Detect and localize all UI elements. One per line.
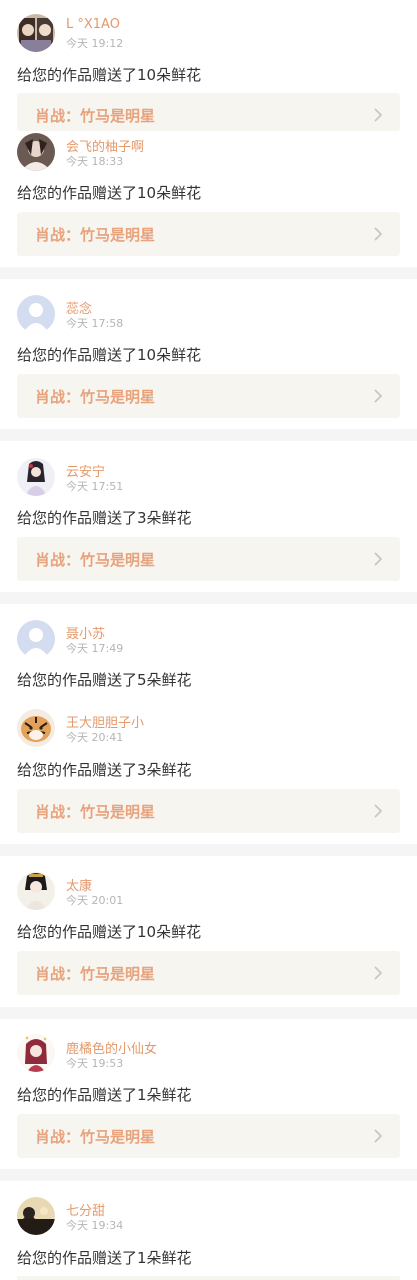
user-avatar[interactable] xyxy=(17,1197,55,1235)
work-title: 肖战：竹马是明星 xyxy=(35,107,156,125)
timestamp: 今天 19:53 xyxy=(66,1057,124,1070)
chevron-right-icon xyxy=(374,389,383,403)
timestamp: 今天 20:41 xyxy=(66,731,124,744)
work-link[interactable]: 肖战：竹马是明星 xyxy=(17,789,400,833)
gift-message: 给您的作品赠送了10朵鲜花 xyxy=(17,184,202,202)
chevron-right-icon xyxy=(374,227,383,241)
work-title: 肖战：竹马是明星 xyxy=(35,803,156,821)
timestamp: 今天 19:34 xyxy=(66,1219,124,1232)
user-avatar[interactable] xyxy=(17,14,55,52)
work-link[interactable]: 肖战：竹马是明星 xyxy=(17,212,400,256)
timestamp: 今天 17:49 xyxy=(66,642,124,655)
work-title: 肖战：竹马是明星 xyxy=(35,1128,156,1146)
work-link[interactable]: 肖战：竹马是明星 xyxy=(17,537,400,581)
chevron-right-icon xyxy=(374,552,383,566)
default-avatar[interactable] xyxy=(17,620,55,658)
timestamp: 今天 20:01 xyxy=(66,894,124,907)
user-avatar[interactable] xyxy=(17,458,55,496)
timestamp: 今天 17:58 xyxy=(66,317,124,330)
default-avatar[interactable] xyxy=(17,295,55,333)
tiger-avatar[interactable] xyxy=(17,709,55,747)
timestamp: 今天 19:12 xyxy=(66,37,124,50)
work-title: 肖战：竹马是明星 xyxy=(35,965,156,983)
work-link[interactable]: 肖战：竹马是明星 xyxy=(17,93,400,131)
work-link[interactable]: 肖战：竹马是明星 xyxy=(17,374,400,418)
work-title: 肖战：竹马是明星 xyxy=(35,388,156,406)
chevron-right-icon xyxy=(374,1129,383,1143)
work-link[interactable] xyxy=(17,1276,400,1280)
work-title: 肖战：竹马是明星 xyxy=(35,226,156,244)
timestamp: 今天 18:33 xyxy=(66,155,124,168)
gift-message: 给您的作品赠送了3朵鲜花 xyxy=(17,761,192,779)
gift-message: 给您的作品赠送了10朵鲜花 xyxy=(17,66,202,84)
chevron-right-icon xyxy=(374,966,383,980)
user-avatar[interactable] xyxy=(17,133,55,171)
user-avatar[interactable] xyxy=(17,872,55,910)
gift-message: 给您的作品赠送了10朵鲜花 xyxy=(17,346,202,364)
work-title: 肖战：竹马是明星 xyxy=(35,551,156,569)
gift-message: 给您的作品赠送了3朵鲜花 xyxy=(17,509,192,527)
work-link[interactable]: 肖战：竹马是明星 xyxy=(17,951,400,995)
chevron-right-icon xyxy=(374,108,383,122)
user-avatar[interactable] xyxy=(17,1034,55,1072)
chevron-right-icon xyxy=(374,804,383,818)
gift-message: 给您的作品赠送了10朵鲜花 xyxy=(17,923,202,941)
gift-message: 给您的作品赠送了5朵鲜花 xyxy=(17,671,192,689)
gift-message: 给您的作品赠送了1朵鲜花 xyxy=(17,1086,192,1104)
gift-message: 给您的作品赠送了1朵鲜花 xyxy=(17,1249,192,1267)
user-name[interactable]: L °X1AO xyxy=(66,17,120,32)
timestamp: 今天 17:51 xyxy=(66,480,124,493)
work-link[interactable]: 肖战：竹马是明星 xyxy=(17,1114,400,1158)
